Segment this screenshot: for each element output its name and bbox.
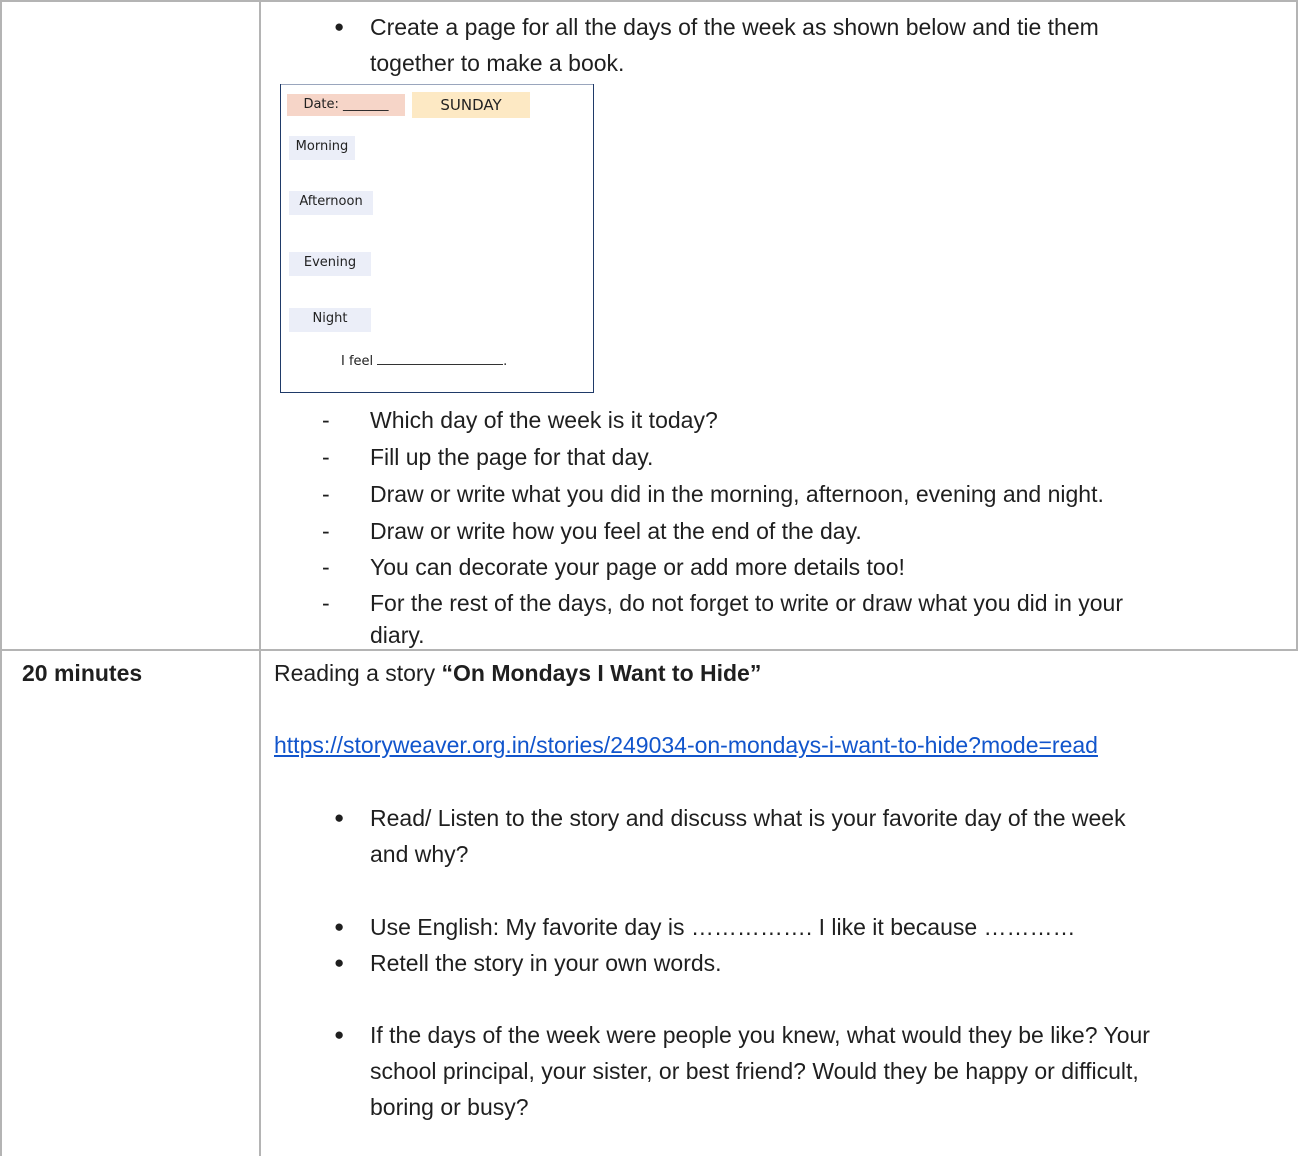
diary-slot-afternoon: Afternoon [289,191,373,215]
dash-item: Which day of the week is it today? [370,407,718,433]
discussion-line: Use English: My favorite day is ……………. I… [370,914,1076,940]
dash-marker: - [322,481,330,507]
diary-feel-period: . [503,354,508,369]
instruction-line: Create a page for all the days of the we… [370,14,1099,40]
bullet-dot: ● [334,17,345,36]
diary-top-edge [281,84,593,85]
diary-date-field: Date: _______ [287,94,405,116]
diary-feel-line: I feel. [341,352,507,369]
table-left-border [0,0,2,1156]
discussion-line: school principal, your sister, or best f… [370,1058,1139,1084]
reading-intro-text: Reading a story [274,660,442,686]
bullet-dot: ● [334,1025,345,1044]
story-link[interactable]: https://storyweaver.org.in/stories/24903… [274,728,1098,762]
bullet-dot: ● [334,917,345,936]
instruction-line: together to make a book. [370,50,625,76]
table-row-divider [0,649,1298,651]
reading-intro: Reading a story “On Mondays I Want to Hi… [274,656,761,690]
bullet-dot: ● [334,808,345,827]
dash-item: Draw or write what you did in the mornin… [370,481,1104,507]
diary-slot-evening: Evening [289,252,371,276]
discussion-line: and why? [370,841,469,867]
table-top-border [0,0,1298,2]
dash-marker: - [322,554,330,580]
dash-item: Fill up the page for that day. [370,444,654,470]
table-column-divider [259,0,261,1156]
dash-item: You can decorate your page or add more d… [370,554,905,580]
diary-slot-night: Night [289,308,371,332]
diary-day-label: SUNDAY [412,92,530,118]
dash-item: For the rest of the days, do not forget … [370,590,1123,616]
dash-marker: - [322,444,330,470]
dash-item: Draw or write how you feel at the end of… [370,518,862,544]
discussion-line: Read/ Listen to the story and discuss wh… [370,805,1126,831]
discussion-line: If the days of the week were people you … [370,1022,1150,1048]
bullet-dot: ● [334,953,345,972]
diary-feel-blank [377,352,504,365]
dash-marker: - [322,407,330,433]
story-title: “On Mondays I Want to Hide” [441,660,762,686]
diary-page-sample: Date: _______ SUNDAY Morning Afternoon E… [280,84,594,393]
dash-marker: - [322,518,330,544]
discussion-line: boring or busy? [370,1094,529,1120]
diary-slot-morning: Morning [289,136,355,160]
dash-item-continuation: diary. [370,622,425,648]
dash-marker: - [322,590,330,616]
diary-feel-label: I feel [341,354,374,369]
duration-label: 20 minutes [22,660,143,686]
discussion-line: Retell the story in your own words. [370,950,722,976]
